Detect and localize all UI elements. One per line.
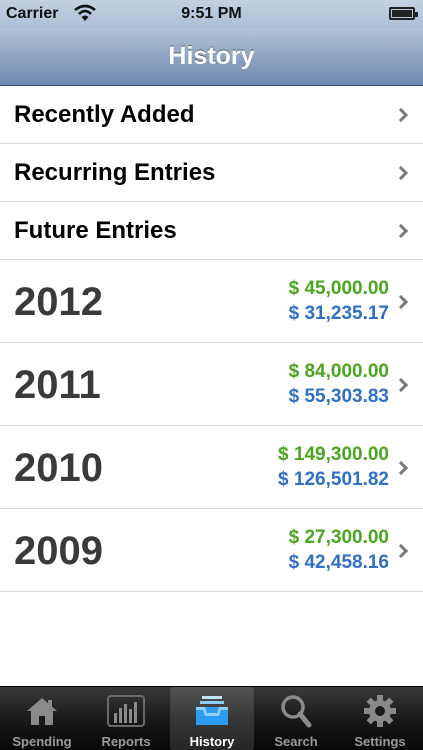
chevron-right-icon [393, 165, 409, 181]
chevron-right-icon [393, 543, 409, 559]
tab-reports[interactable]: Reports [84, 687, 168, 750]
year-row-2009[interactable]: 2009 $ 27,300.00 $ 42,458.16 [0, 509, 423, 592]
year-amounts: $ 27,300.00 $ 42,458.16 [289, 525, 389, 575]
expense-amount: $ 55,303.83 [288, 386, 389, 407]
tab-label: Search [274, 734, 318, 749]
income-amount: $ 84,000.00 [288, 361, 389, 382]
year-amounts: $ 84,000.00 $ 55,303.83 [289, 359, 389, 409]
year-amounts: $ 45,000.00 $ 31,235.17 [289, 276, 389, 326]
year-label: 2009 [14, 529, 103, 573]
tab-label: Settings [354, 734, 406, 749]
status-bar: Carrier 9:51 PM [0, 0, 423, 28]
tab-settings[interactable]: Settings [338, 687, 422, 750]
income-amount: $ 45,000.00 [288, 278, 389, 299]
year-row-2012[interactable]: 2012 $ 45,000.00 $ 31,235.17 [0, 260, 423, 343]
year-amounts: $ 149,300.00 $ 126,501.82 [278, 442, 389, 492]
chevron-right-icon [393, 107, 409, 123]
year-row-2010[interactable]: 2010 $ 149,300.00 $ 126,501.82 [0, 426, 423, 509]
battery-icon [389, 7, 418, 20]
future-entries-row[interactable]: Future Entries [0, 202, 423, 260]
year-label: 2012 [14, 280, 103, 324]
year-row-2011[interactable]: 2011 $ 84,000.00 $ 55,303.83 [0, 343, 423, 426]
tab-spending[interactable]: Spending [0, 687, 84, 750]
row-label: Recently Added [14, 101, 195, 128]
navigation-bar: History [0, 28, 423, 86]
year-label: 2011 [14, 363, 101, 407]
year-label: 2010 [14, 446, 103, 490]
recurring-entries-row[interactable]: Recurring Entries [0, 144, 423, 202]
income-amount: $ 149,300.00 [278, 444, 389, 465]
row-label: Recurring Entries [14, 159, 216, 186]
magnifier-icon [281, 695, 312, 728]
expense-amount: $ 31,235.17 [288, 303, 389, 324]
recently-added-row[interactable]: Recently Added [0, 86, 423, 144]
chevron-right-icon [393, 294, 409, 310]
row-label: Future Entries [14, 217, 177, 244]
house-icon [27, 698, 57, 725]
bar-chart-icon [107, 695, 145, 727]
tab-history[interactable]: History [170, 687, 254, 750]
chevron-right-icon [393, 223, 409, 239]
status-time: 9:51 PM [181, 5, 242, 22]
chevron-right-icon [393, 460, 409, 476]
tab-label: Spending [12, 734, 72, 749]
gear-icon [364, 695, 396, 727]
expense-amount: $ 126,501.82 [278, 469, 389, 490]
inbox-tray-icon [196, 696, 228, 725]
tab-search[interactable]: Search [254, 687, 338, 750]
tab-bar: Spending Reports History Search Settings [0, 686, 423, 750]
expense-amount: $ 42,458.16 [288, 552, 389, 573]
page-title: History [168, 42, 255, 70]
tab-label: Reports [101, 734, 151, 749]
history-list: Recently Added Recurring Entries Future … [0, 86, 423, 592]
tab-label: History [189, 734, 235, 749]
income-amount: $ 27,300.00 [288, 527, 389, 548]
chevron-right-icon [393, 377, 409, 393]
